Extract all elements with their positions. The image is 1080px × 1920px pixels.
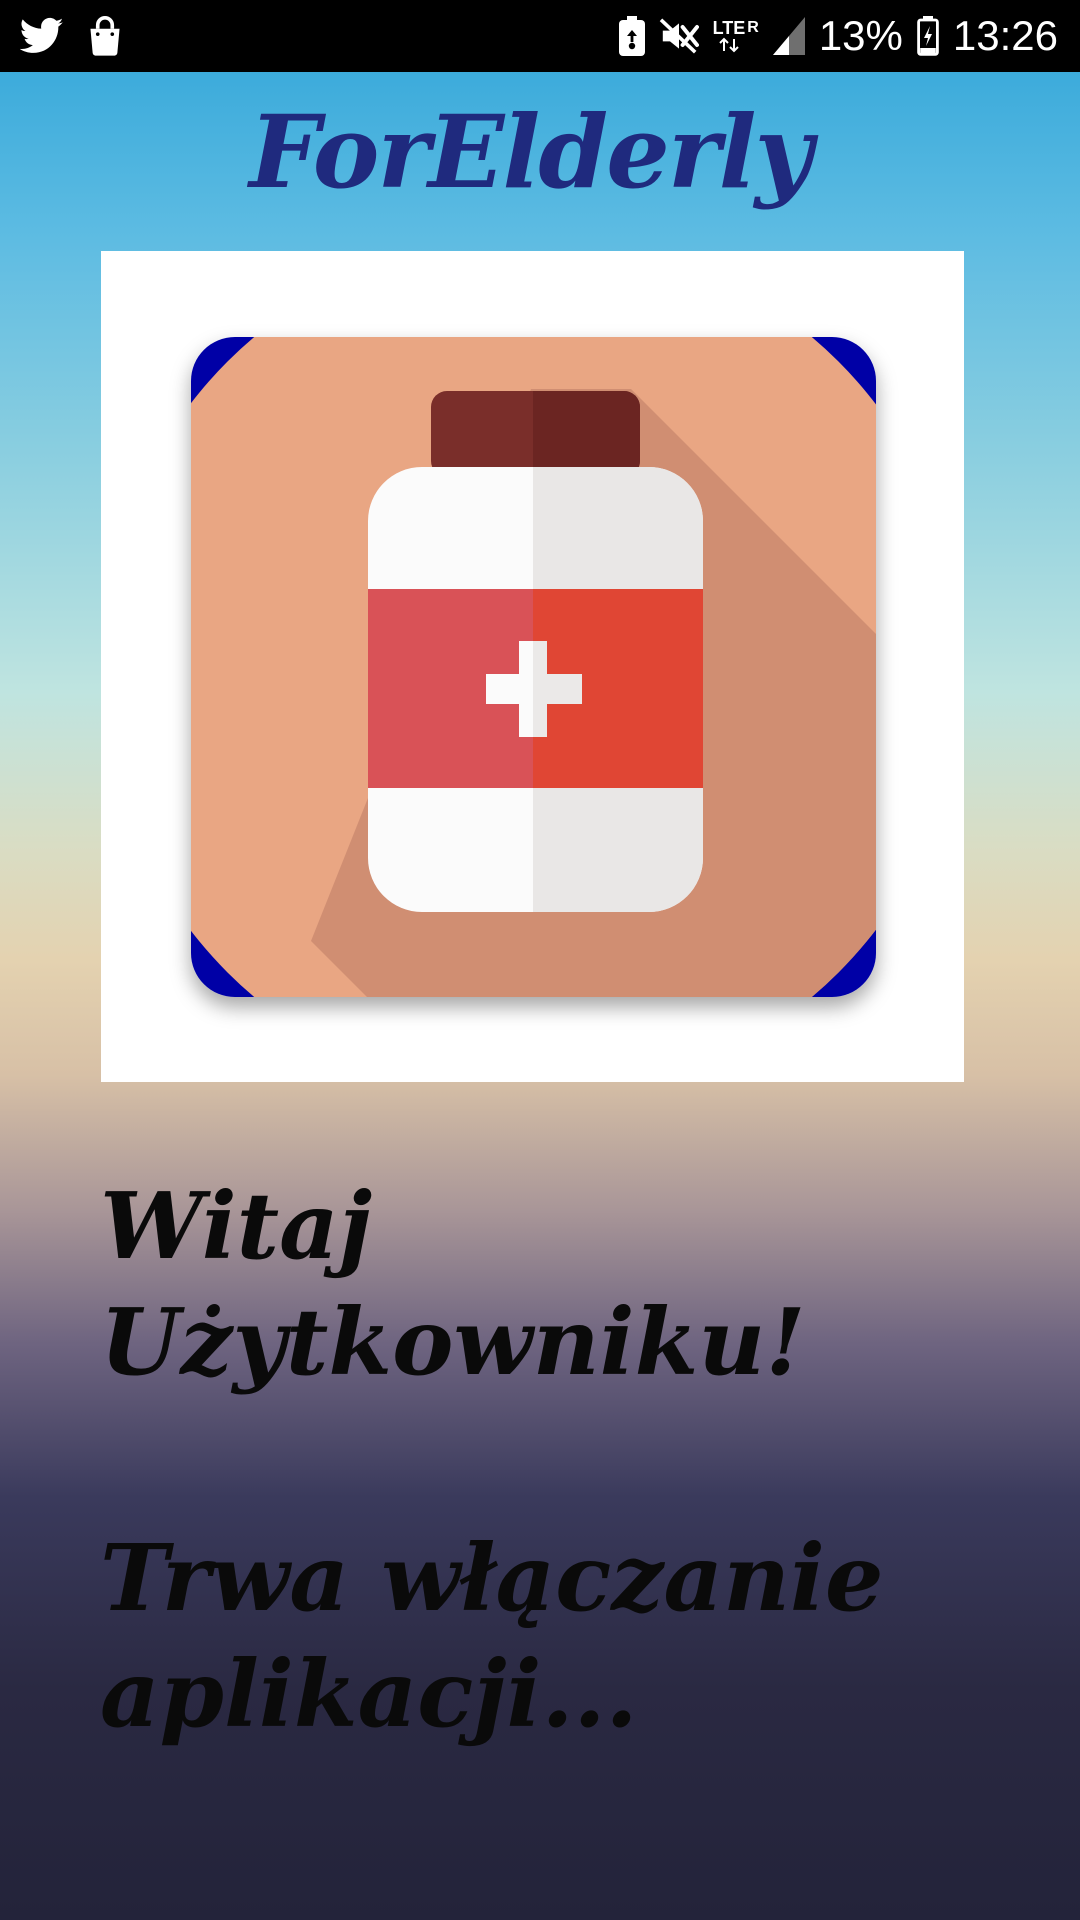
clock: 13:26 <box>952 12 1058 59</box>
medicine-bottle-icon <box>191 337 876 997</box>
twitter-icon <box>20 17 64 55</box>
loading-line-2: aplikacji... <box>100 1640 638 1748</box>
welcome-message: Witaj Użytkowniku! <box>100 1168 1060 1400</box>
lte-roaming-icon: LTE R <box>713 19 759 53</box>
welcome-line-1: Witaj <box>100 1172 373 1280</box>
welcome-line-2: Użytkowniku! <box>100 1288 806 1396</box>
battery-percent: 13% <box>818 12 903 59</box>
splash-screen: LTE R 13% 13:26 ForElderly Witaj Użytkow… <box>0 0 1080 1920</box>
app-title: ForElderly <box>249 93 812 211</box>
roaming-label: R <box>747 19 759 36</box>
muted-icon <box>659 18 699 54</box>
shopping-bag-icon <box>86 16 124 56</box>
status-bar-system: LTE R 13% 13:26 <box>618 0 1058 72</box>
signal-icon <box>772 17 805 55</box>
battery-saver-icon <box>618 16 645 56</box>
loading-message: Trwa włączanie aplikacji... <box>100 1520 1060 1752</box>
status-bar: LTE R 13% 13:26 <box>0 0 1080 72</box>
data-arrows-icon <box>719 37 739 53</box>
battery-charging-icon <box>917 16 939 56</box>
lte-label: LTE <box>712 18 746 38</box>
loading-line-1: Trwa włączanie <box>100 1524 884 1632</box>
status-bar-notifications <box>20 0 124 72</box>
app-logo <box>101 251 964 1082</box>
